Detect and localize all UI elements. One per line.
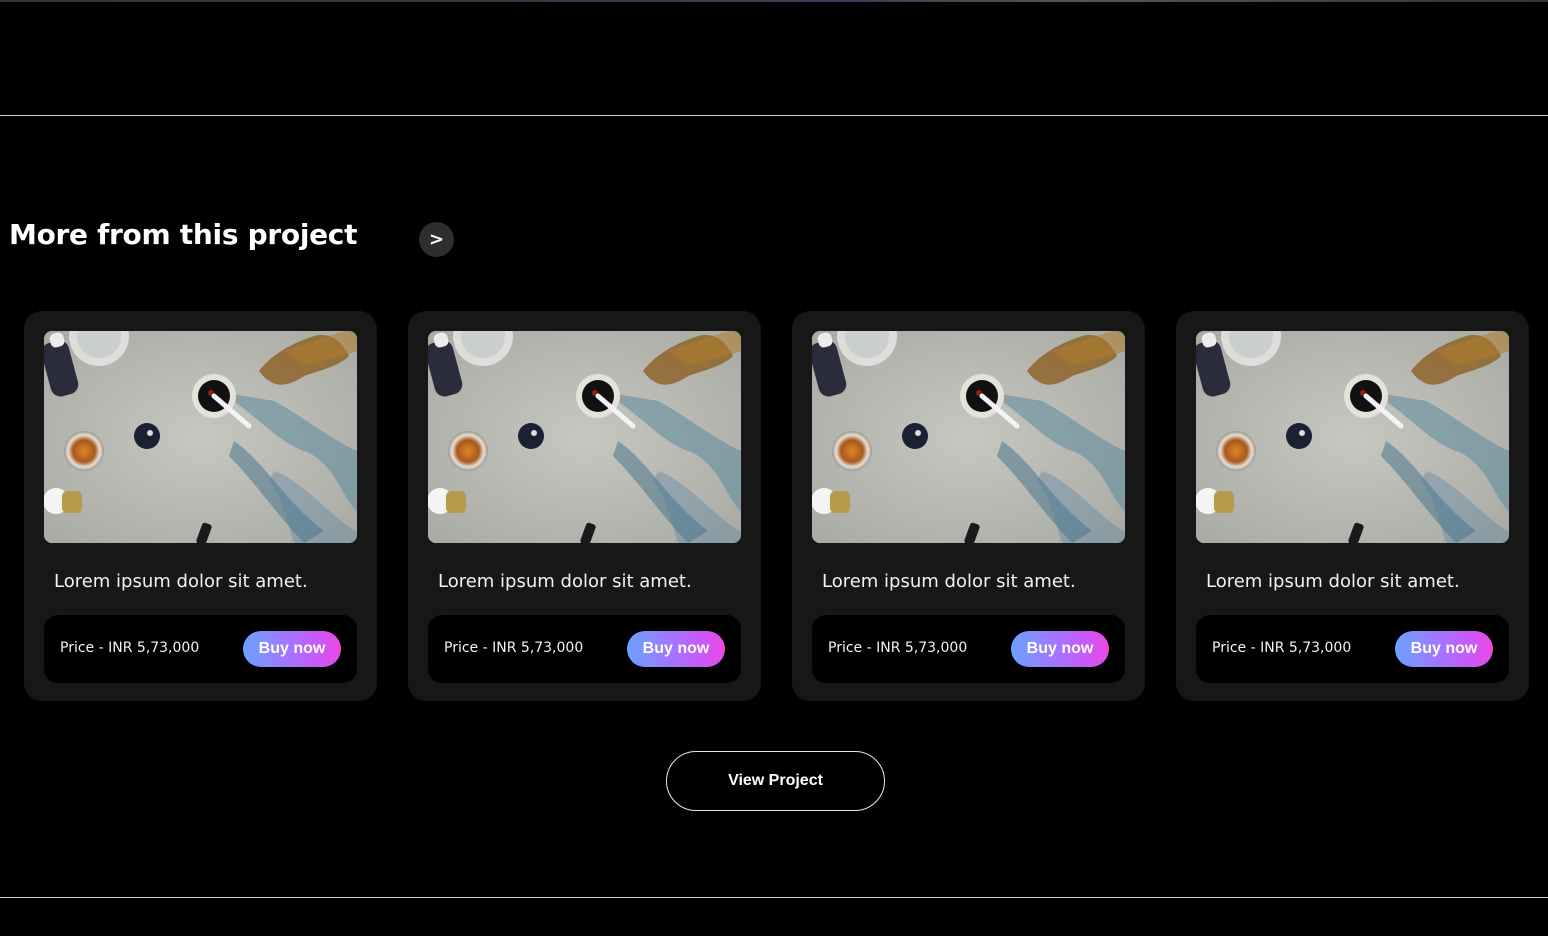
product-title: Lorem ipsum dolor sit amet. (822, 571, 1076, 592)
buy-now-button[interactable]: Buy now (243, 631, 341, 667)
product-title: Lorem ipsum dolor sit amet. (438, 571, 692, 592)
view-project-button[interactable]: View Project (666, 751, 885, 811)
product-image[interactable] (44, 331, 357, 543)
product-image[interactable] (1196, 331, 1509, 543)
product-card[interactable]: Lorem ipsum dolor sit amet. Price - INR … (792, 311, 1145, 701)
product-title: Lorem ipsum dolor sit amet. (54, 571, 308, 592)
price-bar: Price - INR 5,73,000 Buy now (812, 615, 1125, 683)
product-card-list: Lorem ipsum dolor sit amet. Price - INR … (24, 311, 1529, 701)
carousel-next-button[interactable]: > (419, 222, 454, 257)
buy-now-button[interactable]: Buy now (1395, 631, 1493, 667)
section-title: More from this project (9, 218, 358, 251)
buy-now-button[interactable]: Buy now (627, 631, 725, 667)
product-card[interactable]: Lorem ipsum dolor sit amet. Price - INR … (24, 311, 377, 701)
price-label: Price - INR 5,73,000 (60, 640, 200, 656)
paint-table-photo (44, 331, 357, 543)
buy-now-button[interactable]: Buy now (1011, 631, 1109, 667)
price-label: Price - INR 5,73,000 (828, 640, 968, 656)
product-title: Lorem ipsum dolor sit amet. (1206, 571, 1460, 592)
divider-bottom (0, 897, 1548, 898)
price-bar: Price - INR 5,73,000 Buy now (44, 615, 357, 683)
paint-table-photo (428, 331, 741, 543)
paint-table-photo (1196, 331, 1509, 543)
product-card[interactable]: Lorem ipsum dolor sit amet. Price - INR … (408, 311, 761, 701)
divider-top (0, 115, 1548, 116)
product-image[interactable] (428, 331, 741, 543)
price-bar: Price - INR 5,73,000 Buy now (1196, 615, 1509, 683)
price-bar: Price - INR 5,73,000 Buy now (428, 615, 741, 683)
top-edge-strip (0, 0, 1548, 2)
price-label: Price - INR 5,73,000 (444, 640, 584, 656)
paint-table-photo (812, 331, 1125, 543)
price-label: Price - INR 5,73,000 (1212, 640, 1352, 656)
product-image[interactable] (812, 331, 1125, 543)
product-card[interactable]: Lorem ipsum dolor sit amet. Price - INR … (1176, 311, 1529, 701)
